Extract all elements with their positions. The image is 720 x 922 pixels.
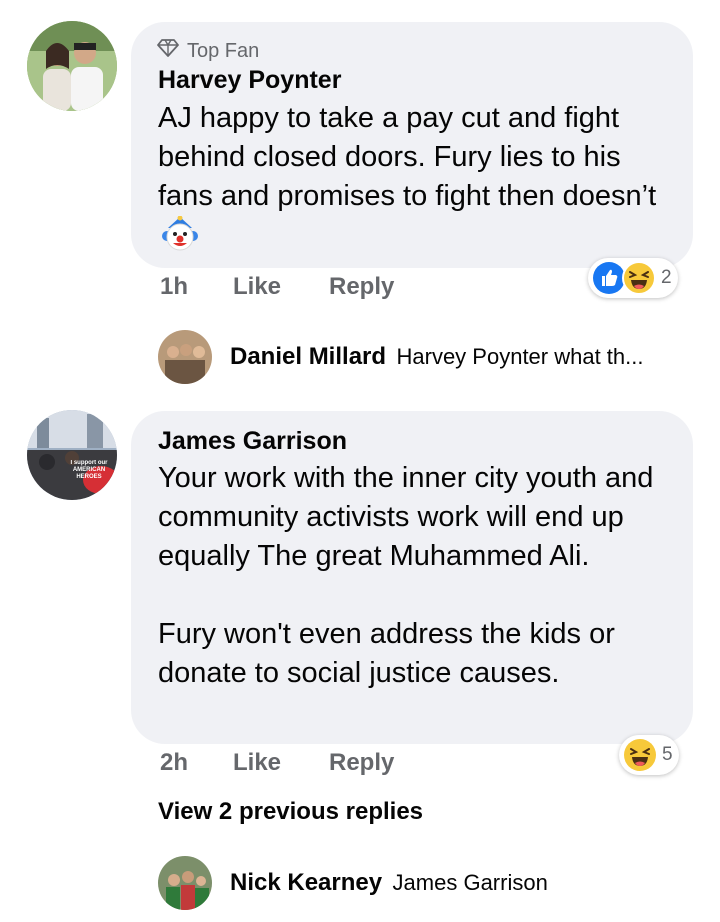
like-button[interactable]: Like [233, 273, 281, 301]
comment-time: 2h [160, 749, 189, 776]
avatar-nick-kearney[interactable] [158, 856, 212, 910]
reaction-summary[interactable]: 5 [619, 735, 679, 775]
laugh-icon [622, 261, 656, 295]
reply-preview[interactable]: Nick Kearney James Garrison [230, 869, 548, 897]
reply-author[interactable]: Daniel Millard [230, 343, 386, 370]
diamond-icon [157, 38, 179, 64]
laugh-icon [623, 738, 657, 772]
reply-text: James Garrison [392, 870, 548, 895]
like-button[interactable]: Like [233, 749, 281, 777]
comment-text-block: AJ happy to take a pay cut and fight beh… [158, 99, 678, 257]
comment-text: AJ happy to take a pay cut and fight beh… [158, 102, 657, 212]
reaction-summary[interactable]: 2 [588, 258, 678, 298]
reply-preview[interactable]: Daniel Millard Harvey Poynter what th... [230, 343, 644, 371]
avatar-daniel-millard[interactable] [158, 330, 212, 384]
comment-author[interactable]: Harvey Poynter [158, 66, 341, 95]
view-previous-replies-button[interactable]: View 2 previous replies [158, 798, 423, 826]
reaction-count: 5 [662, 744, 673, 765]
avatar-harvey-poynter[interactable] [27, 21, 117, 111]
top-fan-badge: Top Fan [157, 38, 259, 64]
reply-button[interactable]: Reply [329, 749, 394, 777]
clown-face-icon [162, 215, 198, 257]
reply-text: Harvey Poynter what th... [396, 344, 644, 369]
comment-text: Your work with the inner city youth and … [158, 462, 654, 689]
comment-time: 1h [160, 273, 189, 300]
comment-author[interactable]: James Garrison [158, 427, 347, 456]
reply-button[interactable]: Reply [329, 273, 394, 301]
top-fan-label: Top Fan [187, 39, 260, 62]
like-icon [592, 261, 626, 295]
reaction-count: 2 [661, 267, 672, 288]
avatar-sign-text: I support our AMERICAN HEROES [70, 460, 108, 480]
reply-author[interactable]: Nick Kearney [230, 869, 382, 896]
